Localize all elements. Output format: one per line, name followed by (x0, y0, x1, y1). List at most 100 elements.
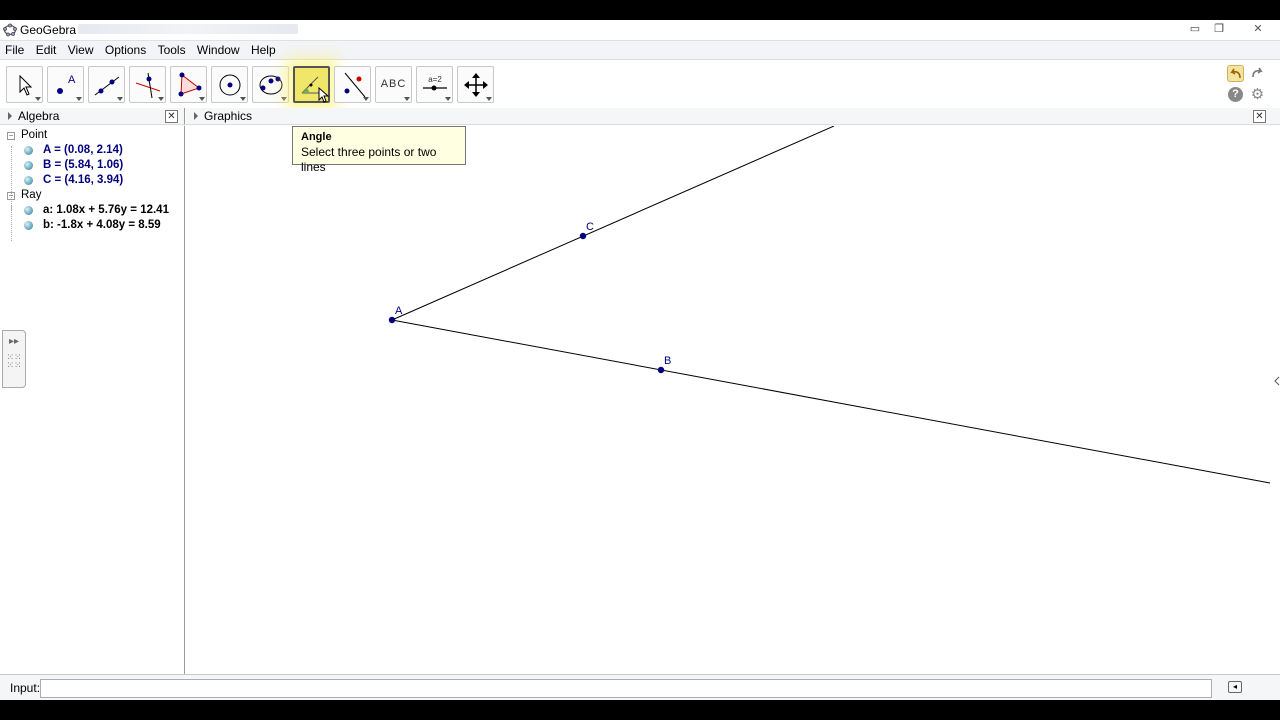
point-c-label: C (586, 221, 594, 233)
list-item[interactable]: C = (4.16, 3.94) (0, 173, 185, 188)
undo-button[interactable] (1227, 65, 1244, 82)
menu-file[interactable]: File (2, 41, 27, 60)
visibility-toggle-icon[interactable] (24, 161, 33, 170)
menu-edit[interactable]: Edit (33, 41, 60, 60)
visibility-toggle-icon[interactable] (24, 146, 33, 155)
visibility-toggle-icon[interactable] (24, 206, 33, 215)
tool-menu-arrow-icon (76, 97, 82, 101)
help-button[interactable]: ? (1228, 87, 1243, 102)
input-label: Input: (10, 681, 41, 695)
menu-window[interactable]: Window (194, 41, 243, 60)
group-label-ray: Ray (21, 189, 42, 201)
tool-menu-arrow-icon (158, 97, 164, 101)
point-a-definition: A = (0.08, 2.14) (43, 144, 123, 156)
menu-view[interactable]: View (65, 41, 97, 60)
slider-tool-label: a=2 (428, 75, 442, 84)
tool-menu-arrow-icon (240, 97, 246, 101)
input-help-button[interactable]: ◂ (1228, 681, 1242, 693)
gear-icon: ⚙ (1250, 86, 1265, 103)
list-item[interactable]: B = (5.84, 1.06) (0, 158, 185, 173)
expand-caret-icon (194, 112, 198, 120)
ray-b[interactable] (391, 319, 1271, 484)
ray-b-definition: b: -1.8x + 4.08y = 8.59 (43, 219, 161, 231)
settings-button[interactable]: ⚙ (1249, 86, 1266, 103)
conic-tool-button[interactable] (252, 66, 289, 103)
circle-icon (219, 74, 241, 96)
reflect-icon (344, 72, 366, 98)
menu-options[interactable]: Options (102, 41, 149, 60)
close-icon: ✕ (1255, 111, 1264, 122)
ellipse-icon (259, 75, 283, 95)
polygon-tool-button[interactable] (170, 66, 207, 103)
tool-menu-arrow-icon (199, 97, 205, 101)
tool-tooltip: Angle Select three points or two lines (292, 126, 466, 174)
tree-group-point[interactable]: − Point (0, 128, 185, 143)
close-icon: ✕ (167, 111, 176, 122)
side-panel-handle[interactable]: ▸▸ ⁙⁙ ⁙⁙ (2, 330, 26, 388)
point-b[interactable] (657, 366, 665, 374)
tool-menu-arrow-icon (404, 97, 410, 101)
point-b-definition: B = (5.84, 1.06) (43, 159, 124, 171)
graphics-title: Graphics (204, 109, 253, 123)
menu-help[interactable]: Help (248, 41, 279, 60)
graphics-view[interactable]: A B C (186, 126, 1280, 674)
close-algebra-button[interactable]: ✕ (165, 110, 178, 123)
algebra-header[interactable]: Algebra ✕ (0, 108, 185, 125)
close-button[interactable]: ✕ (1240, 21, 1276, 38)
circle-tool-button[interactable] (211, 66, 248, 103)
group-label-point: Point (21, 129, 48, 141)
tooltip-description: Select three points or two lines (301, 145, 437, 174)
restore-button[interactable]: ❐ (1208, 21, 1230, 38)
move-tool-button[interactable] (6, 66, 43, 103)
angle-tool-button[interactable] (293, 66, 330, 103)
perpendicular-icon (135, 72, 161, 99)
point-c-definition: C = (4.16, 3.94) (43, 174, 124, 186)
minimize-button[interactable]: ▭ (1184, 21, 1206, 38)
text-tool-button[interactable]: ABC (375, 66, 412, 103)
point-a[interactable] (388, 316, 396, 324)
collapse-icon[interactable]: − (7, 132, 15, 140)
line-tool-button[interactable] (88, 66, 125, 103)
menu-bar: File Edit View Options Tools Window Help (0, 41, 1280, 60)
tool-menu-arrow-icon (35, 97, 41, 101)
collapse-icon[interactable]: − (7, 192, 15, 200)
tree-group-ray[interactable]: − Ray (0, 188, 185, 203)
list-item[interactable]: b: -1.8x + 4.08y = 8.59 (0, 218, 185, 233)
slider-tool-button[interactable]: a=2 (416, 66, 453, 103)
perpendicular-tool-button[interactable] (129, 66, 166, 103)
list-item[interactable]: a: 1.08x + 5.76y = 12.41 (0, 203, 185, 218)
point-c[interactable] (579, 232, 587, 240)
graphics-canvas[interactable]: A B C (186, 126, 1280, 674)
point-tool-label: A (68, 74, 76, 86)
reflect-tool-button[interactable] (334, 66, 371, 103)
move-view-tool-button[interactable] (457, 66, 494, 103)
expand-caret-icon (8, 112, 12, 120)
menu-tools[interactable]: Tools (155, 41, 189, 60)
expand-style-bar-icon[interactable] (1274, 376, 1280, 386)
help-icon: ? (1232, 88, 1239, 100)
restore-icon: ❐ (1214, 23, 1224, 35)
geogebra-logo-icon (3, 23, 17, 37)
mouse-pointer-icon (318, 87, 330, 103)
toolbar: A ABC a=2 ? ⚙ (0, 61, 1280, 107)
tool-menu-arrow-icon (486, 97, 492, 101)
visibility-toggle-icon[interactable] (24, 221, 33, 230)
close-graphics-button[interactable]: ✕ (1253, 110, 1266, 123)
ray-a-definition: a: 1.08x + 5.76y = 12.41 (43, 204, 169, 216)
minimize-icon: ▭ (1189, 23, 1201, 35)
visibility-toggle-icon[interactable] (24, 176, 33, 185)
input-field[interactable] (40, 679, 1212, 698)
tool-menu-arrow-icon (281, 97, 287, 101)
geogebra-window: GeoGebra ▭ ❐ ✕ File Edit View Options To… (0, 20, 1280, 700)
tool-menu-arrow-icon (117, 97, 123, 101)
list-item[interactable]: A = (0.08, 2.14) (0, 143, 185, 158)
cursor-arrow-icon (19, 74, 33, 96)
close-icon: ✕ (1253, 23, 1263, 35)
graphics-header[interactable]: Graphics ✕ (186, 108, 1280, 125)
point-tool-button[interactable]: A (47, 66, 84, 103)
blurred-title-text (78, 24, 298, 34)
window-title: GeoGebra (20, 23, 77, 37)
tool-menu-arrow-icon (363, 97, 369, 101)
redo-button[interactable] (1249, 65, 1266, 82)
text-icon: ABC (380, 78, 407, 90)
